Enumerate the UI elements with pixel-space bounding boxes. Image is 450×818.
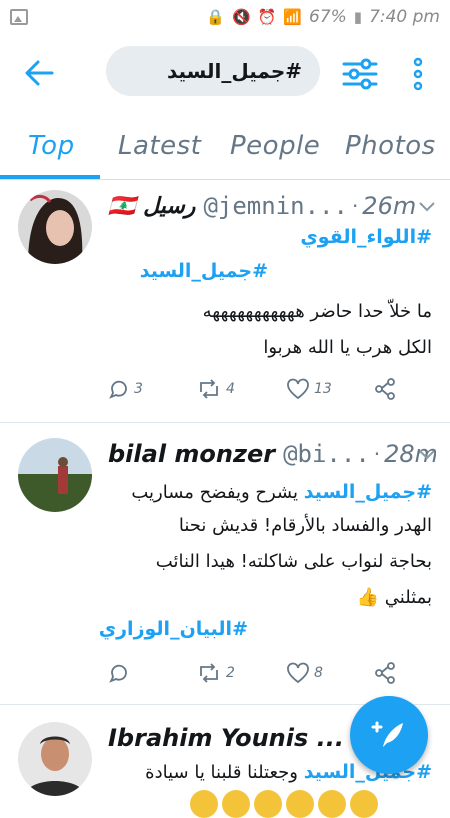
emoji-icon [286,790,314,818]
like-count: 13 [314,381,332,397]
search-tabs: Top Latest People Photos [0,115,450,180]
reply-icon [109,664,127,683]
retweet-button[interactable]: 2 [196,662,235,684]
emoji-icon [350,790,378,818]
retweet-icon [200,379,218,399]
emoji-row [190,790,378,818]
share-button[interactable] [374,662,396,684]
tweet-text: بمثلني 👍 [356,587,432,608]
retweet-icon [200,663,218,683]
arrow-left-icon[interactable] [22,56,56,90]
retweet-button[interactable]: 4 [196,378,235,400]
alarm-icon: ⏰ [257,8,277,26]
search-input[interactable]: #جميل_السيد [106,46,320,96]
timestamp: 26m [362,192,417,220]
display-name[interactable]: رسيل 🇱🇧 [108,194,195,219]
tweet-actions: 3 4 13 [108,378,410,408]
user-handle: @bi... [283,440,370,468]
share-icon [375,662,395,684]
compose-tweet-button[interactable] [350,696,428,774]
tweet-text: ما خلاّ حدا حاضر هههههههههههه [202,301,432,322]
emoji-icon [222,790,250,818]
battery-icon: ▮ [353,8,363,26]
tweet-text: الهدر والفساد بالأرقام! قديش نحنا [178,515,432,536]
clock: 7:40 pm [369,7,440,27]
battery-percent: 67% [309,7,347,27]
tab-people[interactable]: People [230,131,320,161]
hashtag-link[interactable]: #جميل_السيد [304,481,432,503]
lock-icon: 🔒 [206,8,225,26]
search-header: #جميل_السيد [0,34,450,114]
tweet-text: بحاجة لنواب على شاكلته! هيدا النائب [155,551,432,572]
heart-icon [287,378,309,400]
chevron-down-icon[interactable] [418,200,436,212]
like-count: 8 [314,665,323,681]
tab-top[interactable]: Top [28,131,75,161]
avatar[interactable] [18,722,92,796]
mute-icon: 🔇 [231,8,251,26]
tweet[interactable]: bilal monzer @bi... · 28m #جميل_السيد يش… [0,422,450,705]
status-bar: 🔒 🔇 ⏰ 📶 67% ▮ 7:40 pm [0,0,450,34]
tweet[interactable]: رسيل 🇱🇧 @jemnin... · 26m #اللواء_القوي #… [0,180,450,423]
hashtag-link[interactable]: #جميل_السيد [140,260,268,282]
heart-icon [287,662,309,684]
emoji-icon [190,790,218,818]
feather-plus-icon [371,721,403,747]
wifi-icon: 📶 [283,8,302,26]
tweet-actions: 2 8 [108,662,410,692]
reply-button[interactable]: 3 [108,378,143,400]
tab-latest[interactable]: Latest [118,131,201,161]
display-name[interactable]: bilal monzer [108,440,275,468]
retweet-count: 2 [226,665,235,681]
emoji-icon [254,790,282,818]
hashtag-link[interactable]: #البيان_الوزاري [99,618,248,640]
share-icon [375,378,395,400]
avatar[interactable] [18,190,92,264]
retweet-count: 4 [226,381,235,397]
sliders-icon[interactable] [340,54,380,94]
hashtag-link[interactable]: #اللواء_القوي [300,226,432,248]
vertical-dots-icon[interactable] [408,54,428,94]
like-button[interactable]: 13 [286,378,332,400]
tweet-text: #جميل_السيد يشرح ويفضح مساريب [131,481,432,503]
user-handle: @jemnin... [203,192,348,220]
reply-icon [109,380,127,399]
search-query: #جميل_السيد [166,59,302,83]
emoji-icon [318,790,346,818]
share-button[interactable] [374,378,396,400]
chevron-down-icon[interactable] [418,448,436,460]
tab-photos[interactable]: Photos [345,131,436,161]
active-tab-indicator [0,175,100,179]
gallery-notification-icon [10,9,28,25]
like-button[interactable]: 8 [286,662,323,684]
tweet-text: الكل هرب يا الله هربوا [263,337,432,358]
reply-button[interactable] [108,662,134,684]
display-name[interactable]: Ibrahim Younis ... [108,724,344,752]
avatar[interactable] [18,438,92,512]
reply-count: 3 [134,381,143,397]
